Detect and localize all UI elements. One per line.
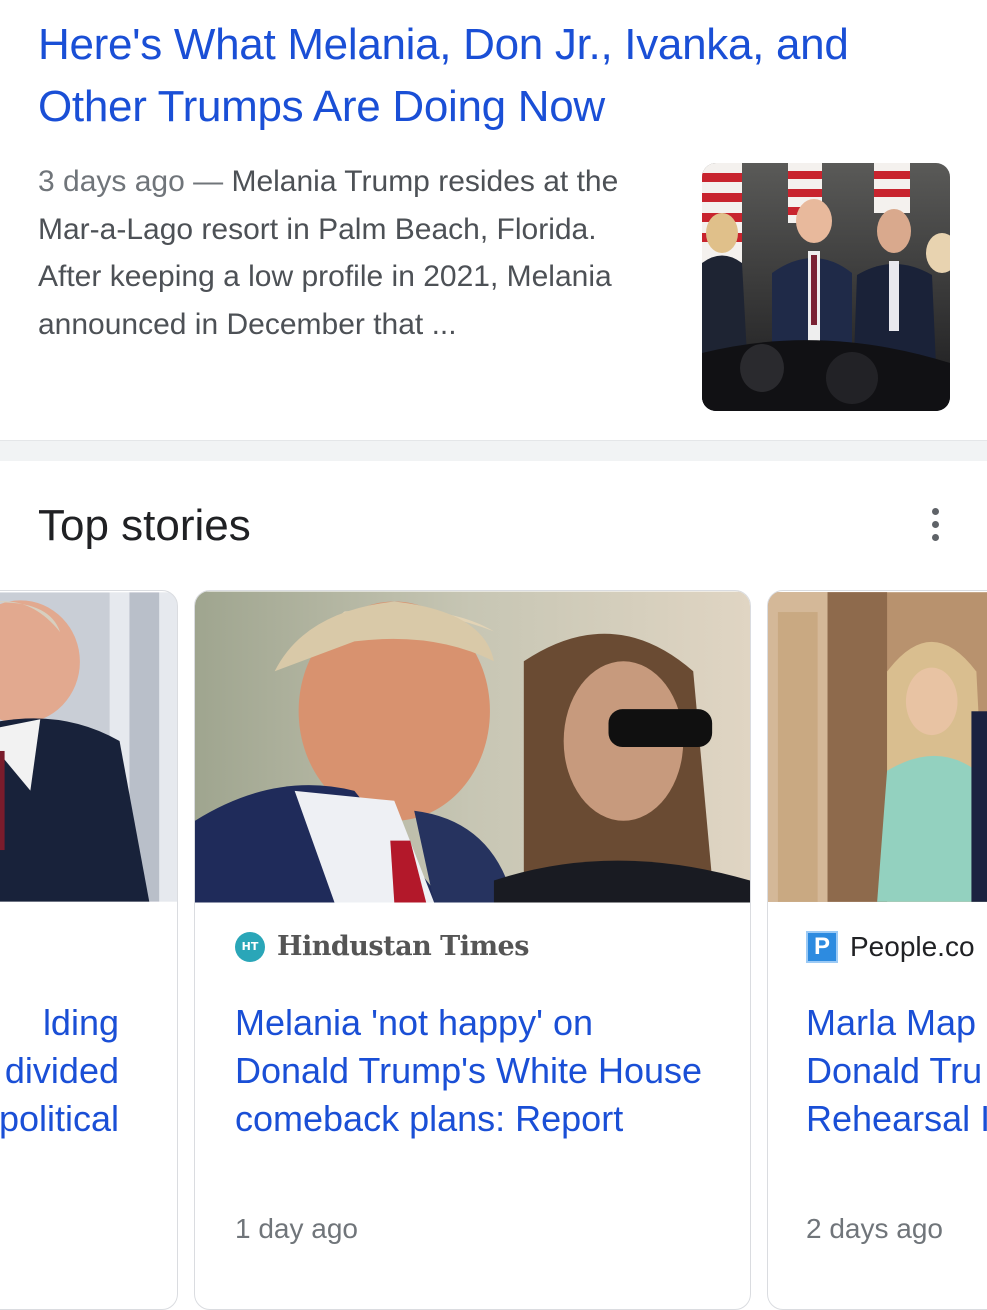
story-headline-line: political bbox=[0, 1098, 119, 1139]
result-thumbnail-image bbox=[702, 163, 950, 411]
story-card-image bbox=[768, 592, 987, 902]
result-title-link[interactable]: Here's What Melania, Don Jr., Ivanka, an… bbox=[38, 14, 938, 138]
more-options-button[interactable] bbox=[918, 504, 952, 544]
story-headline-line: Marla Map bbox=[806, 1002, 977, 1043]
search-result: Here's What Melania, Don Jr., Ivanka, an… bbox=[0, 0, 987, 440]
story-time: 1 day ago bbox=[235, 1213, 358, 1244]
story-headline-partial[interactable]: lding divided political bbox=[0, 999, 177, 1143]
story-card[interactable]: P People.co Marla Map Donald Tru Rehears… bbox=[767, 590, 987, 1310]
more-vert-icon-dot bbox=[931, 520, 939, 528]
story-headline-line: divided bbox=[4, 1050, 119, 1091]
story-source: P People.co bbox=[806, 931, 975, 963]
story-headline-line: lding bbox=[42, 1002, 119, 1043]
result-thumbnail[interactable] bbox=[702, 163, 950, 411]
story-headline-line: Donald Tru bbox=[806, 1050, 983, 1091]
story-card-image bbox=[195, 591, 750, 903]
result-date: 3 days ago bbox=[38, 165, 185, 198]
story-card[interactable]: HT Hindustan Times Melania 'not happy' o… bbox=[194, 590, 751, 1310]
story-headline[interactable]: Melania 'not happy' on Donald Trump's Wh… bbox=[235, 999, 705, 1143]
story-time: 2 days ago bbox=[806, 1213, 943, 1244]
result-snippet: 3 days ago — Melania Trump resides at th… bbox=[38, 158, 658, 348]
story-source: HT Hindustan Times bbox=[235, 931, 529, 962]
story-headline-partial[interactable]: Marla Map Donald Tru Rehearsal I bbox=[806, 999, 987, 1143]
story-source-name: People.co bbox=[850, 931, 975, 962]
hindustan-times-logo-icon: HT bbox=[235, 931, 265, 962]
story-source-name: Hindustan Times bbox=[277, 931, 529, 962]
story-card[interactable]: lding divided political bbox=[0, 590, 178, 1310]
section-divider bbox=[0, 440, 987, 461]
people-logo-icon: P bbox=[806, 931, 838, 963]
story-card-image bbox=[0, 592, 177, 902]
result-date-separator: — bbox=[184, 165, 232, 198]
more-vert-icon bbox=[931, 507, 939, 515]
more-vert-icon-dot bbox=[931, 533, 939, 541]
story-headline-line: Rehearsal I bbox=[806, 1098, 987, 1139]
top-stories-title: Top stories bbox=[38, 501, 251, 550]
